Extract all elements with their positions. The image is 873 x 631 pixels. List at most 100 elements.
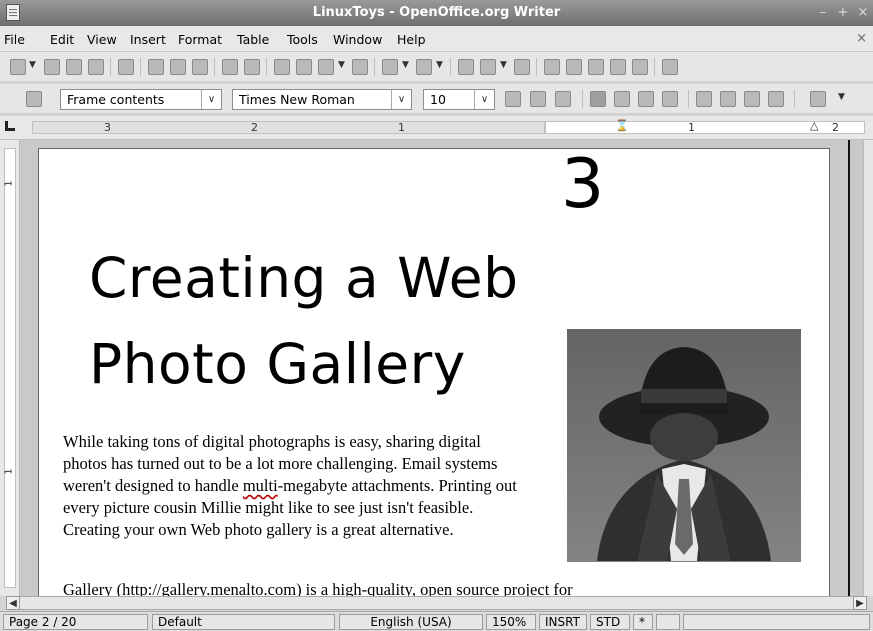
help-icon[interactable]	[662, 59, 678, 75]
zoom-icon[interactable]	[632, 59, 648, 75]
nonprinting-characters-icon[interactable]	[610, 59, 626, 75]
close-document-icon[interactable]: ×	[856, 31, 867, 46]
chevron-down-icon[interactable]: ▼	[500, 60, 507, 70]
toolbar-separator	[450, 58, 451, 76]
cut-icon[interactable]	[274, 59, 290, 75]
copy-icon[interactable]	[296, 59, 312, 75]
horizontal-ruler[interactable]: 3 2 1 1 2 ⌛ △	[0, 116, 873, 140]
menu-help[interactable]: Help	[397, 32, 426, 47]
print-preview-icon[interactable]	[192, 59, 208, 75]
numbering-icon[interactable]	[696, 91, 712, 107]
menu-file[interactable]: File	[4, 32, 25, 47]
modified-indicator[interactable]: *	[633, 614, 653, 630]
horizontal-scrollbar[interactable]: ◀ ▶	[6, 596, 867, 610]
font-color-icon[interactable]	[810, 91, 826, 107]
align-right-icon[interactable]	[638, 91, 654, 107]
chevron-down-icon[interactable]: ▼	[402, 60, 409, 70]
menu-insert[interactable]: Insert	[130, 32, 166, 47]
toolbar-separator	[266, 58, 267, 76]
paragraph-style-select[interactable]: Frame contents ∨	[60, 89, 222, 110]
body-paragraph-2: Gallery (http://gallery.menalto.com) is …	[63, 580, 573, 596]
insert-mode[interactable]: INSRT	[539, 614, 587, 630]
print-icon[interactable]	[170, 59, 186, 75]
font-size-select[interactable]: 10 ∨	[423, 89, 495, 110]
selection-mode[interactable]: STD	[590, 614, 630, 630]
heading-line-2: Photo Gallery	[89, 332, 466, 396]
chevron-down-icon[interactable]: ∨	[474, 90, 494, 109]
autospellcheck-icon[interactable]	[244, 59, 260, 75]
language-indicator[interactable]: English (USA)	[339, 614, 483, 630]
chapter-number: 3	[561, 148, 605, 224]
save-icon[interactable]	[66, 59, 82, 75]
page-indicator[interactable]: Page 2 / 20	[3, 614, 148, 630]
toolbar-separator	[536, 58, 537, 76]
vertical-scrollbar[interactable]	[863, 140, 873, 596]
menu-table[interactable]: Table	[237, 32, 269, 47]
chevron-down-icon[interactable]: ▼	[838, 92, 845, 102]
misspelled-word[interactable]: multi	[243, 476, 278, 495]
chevron-down-icon[interactable]: ∨	[201, 90, 221, 109]
menu-view[interactable]: View	[87, 32, 117, 47]
open-icon[interactable]	[44, 59, 60, 75]
table-icon[interactable]	[480, 59, 496, 75]
chapter-photo[interactable]	[567, 329, 801, 562]
chevron-down-icon[interactable]: ▼	[338, 60, 345, 70]
increase-indent-icon[interactable]	[768, 91, 784, 107]
paste-icon[interactable]	[318, 59, 334, 75]
chevron-down-icon[interactable]: ▼	[29, 60, 36, 70]
ruler-label: 2	[251, 121, 258, 134]
underline-icon[interactable]	[555, 91, 571, 107]
vertical-ruler[interactable]: 1 1	[0, 140, 20, 596]
menu-edit[interactable]: Edit	[50, 32, 74, 47]
page-style[interactable]: Default	[152, 614, 335, 630]
export-pdf-icon[interactable]	[148, 59, 164, 75]
draw-functions-icon[interactable]	[514, 59, 530, 75]
undo-icon[interactable]	[382, 59, 398, 75]
italic-icon[interactable]	[530, 91, 546, 107]
menu-format[interactable]: Format	[178, 32, 222, 47]
scroll-left-icon[interactable]: ◀	[6, 596, 20, 610]
title-bar: LinuxToys - OpenOffice.org Writer – + ×	[0, 0, 873, 26]
body-paragraph-1: While taking tons of digital photographs…	[63, 431, 528, 541]
align-center-icon[interactable]	[614, 91, 630, 107]
indent-marker-icon[interactable]: ⌛	[615, 119, 629, 132]
edit-file-icon[interactable]	[118, 59, 134, 75]
ruler-label: 1	[688, 121, 695, 134]
chevron-down-icon[interactable]: ▼	[436, 60, 443, 70]
decrease-indent-icon[interactable]	[744, 91, 760, 107]
justify-icon[interactable]	[662, 91, 678, 107]
toolbar-separator	[688, 90, 689, 108]
new-document-icon[interactable]	[10, 59, 26, 75]
hyperlink-icon[interactable]	[458, 59, 474, 75]
email-icon[interactable]	[88, 59, 104, 75]
styles-formatting-icon[interactable]	[26, 91, 42, 107]
tab-type-icon[interactable]	[5, 121, 15, 131]
navigator-icon[interactable]	[566, 59, 582, 75]
spellcheck-icon[interactable]	[222, 59, 238, 75]
close-icon[interactable]: ×	[855, 5, 871, 21]
right-indent-icon[interactable]: △	[810, 119, 818, 132]
bullets-icon[interactable]	[720, 91, 736, 107]
font-name-value: Times New Roman	[239, 92, 355, 107]
maximize-icon[interactable]: +	[835, 5, 851, 21]
document-canvas[interactable]: 3 Creating a Web Photo Gallery While tak…	[20, 140, 863, 596]
toolbar-separator	[374, 58, 375, 76]
standard-toolbar: ▼ ▼ ▼ ▼ ▼	[0, 52, 873, 82]
bold-icon[interactable]	[505, 91, 521, 107]
chapter-heading: Creating a Web Photo Gallery	[89, 235, 519, 407]
chevron-down-icon[interactable]: ∨	[391, 90, 411, 109]
font-name-select[interactable]: Times New Roman ∨	[232, 89, 412, 110]
document-page[interactable]: 3 Creating a Web Photo Gallery While tak…	[38, 148, 830, 596]
zoom-level[interactable]: 150%	[486, 614, 536, 630]
align-left-icon[interactable]	[590, 91, 606, 107]
gallery-icon[interactable]	[588, 59, 604, 75]
scroll-right-icon[interactable]: ▶	[853, 596, 867, 610]
clone-formatting-icon[interactable]	[352, 59, 368, 75]
toolbar-separator	[214, 58, 215, 76]
find-replace-icon[interactable]	[544, 59, 560, 75]
digital-signature-field[interactable]	[656, 614, 680, 630]
menu-window[interactable]: Window	[333, 32, 382, 47]
menu-tools[interactable]: Tools	[287, 32, 318, 47]
minimize-icon[interactable]: –	[815, 5, 831, 21]
redo-icon[interactable]	[416, 59, 432, 75]
